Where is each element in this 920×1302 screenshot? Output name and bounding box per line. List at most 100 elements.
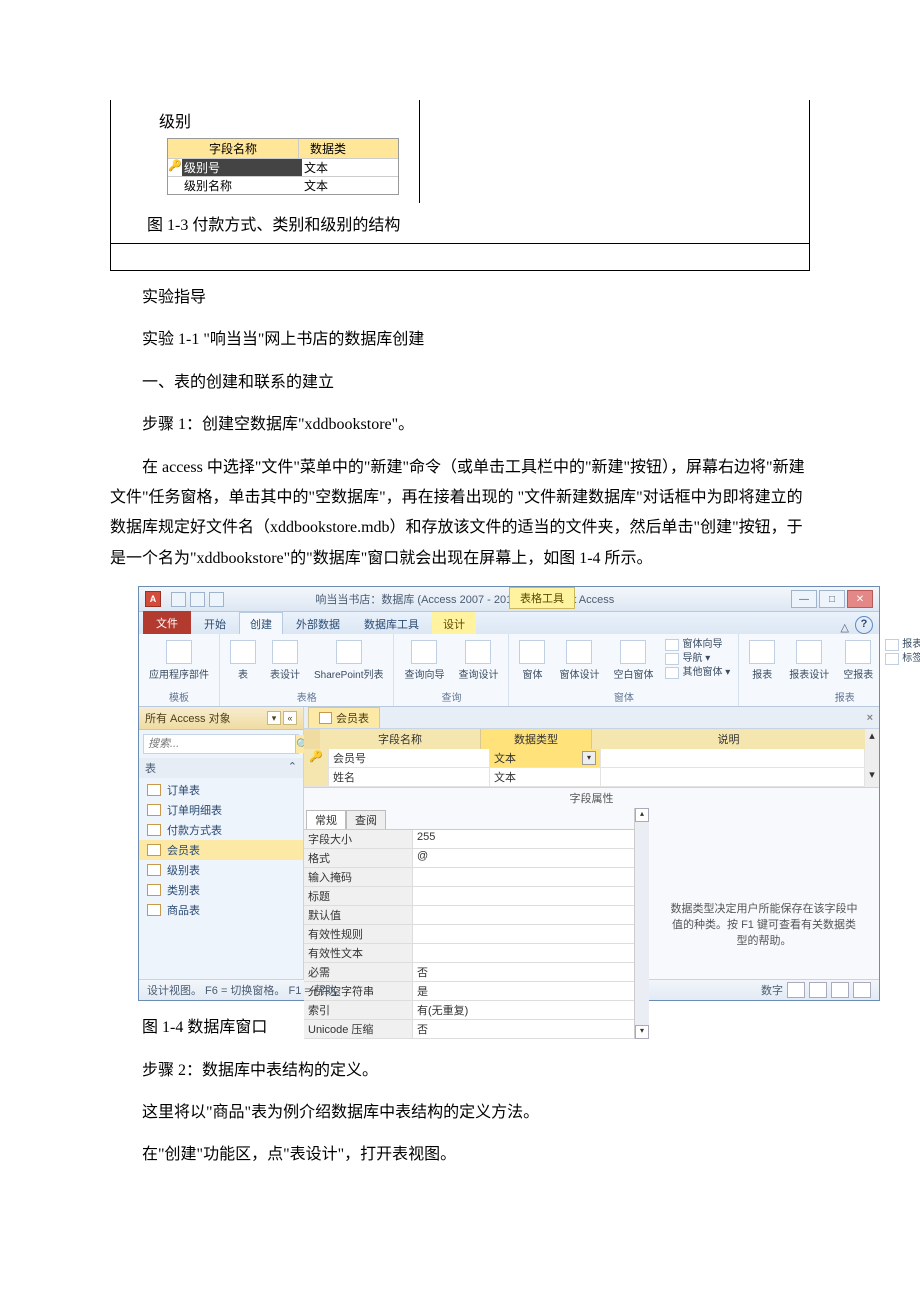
cmd-other-forms[interactable]: 其他窗体 ▾ bbox=[665, 666, 730, 680]
property-value[interactable]: 否 bbox=[413, 1020, 634, 1039]
property-row[interactable]: 标题 bbox=[304, 887, 634, 906]
cmd-navigation[interactable]: 导航 ▾ bbox=[665, 652, 730, 666]
scroll-down-icon[interactable]: ▾ bbox=[865, 768, 879, 787]
property-row[interactable]: 索引有(无重复) bbox=[304, 1001, 634, 1020]
nav-collapse-icon[interactable]: « bbox=[283, 711, 297, 725]
minimize-button[interactable]: — bbox=[791, 590, 817, 608]
property-row[interactable]: Unicode 压缩否 bbox=[304, 1020, 634, 1039]
help-button[interactable]: ? bbox=[855, 616, 873, 634]
props-scrollbar[interactable]: ▴ ▾ bbox=[634, 808, 649, 1039]
col-header-fieldname[interactable]: 字段名称 bbox=[320, 729, 481, 749]
data-type-cell[interactable]: 文本 bbox=[490, 768, 601, 787]
tab-file[interactable]: 文件 bbox=[143, 611, 191, 634]
property-value[interactable]: @ bbox=[413, 849, 634, 868]
field-name-cell[interactable]: 姓名 bbox=[329, 768, 490, 787]
maximize-button[interactable]: □ bbox=[819, 590, 845, 608]
property-value[interactable] bbox=[413, 906, 634, 925]
property-row[interactable]: 有效性文本 bbox=[304, 944, 634, 963]
ribbon-tabs: 文件 开始 创建 外部数据 数据库工具 设计 △ ? bbox=[139, 612, 879, 634]
property-row[interactable]: 格式@ bbox=[304, 849, 634, 868]
nav-item-orders[interactable]: 订单表 bbox=[139, 780, 303, 800]
property-value[interactable]: 有(无重复) bbox=[413, 1001, 634, 1020]
field-name-cell[interactable]: 会员号 bbox=[329, 749, 490, 768]
cmd-report[interactable]: 报表 bbox=[747, 638, 777, 683]
data-type-cell[interactable]: 文本▾ bbox=[490, 749, 601, 768]
nav-header-title[interactable]: 所有 Access 对象 bbox=[145, 710, 231, 726]
cmd-report-wizard[interactable]: 报表向导 bbox=[885, 638, 920, 652]
scroll-up-icon[interactable]: ▴ bbox=[865, 729, 879, 749]
view-pivottable-icon[interactable] bbox=[831, 982, 849, 998]
cmd-form-design[interactable]: 窗体设计 bbox=[557, 638, 601, 683]
nav-dropdown-icon[interactable]: ▾ bbox=[267, 711, 281, 725]
nav-section-collapse-icon[interactable]: ⌃ bbox=[288, 760, 297, 776]
figure-caption-1-3: 图 1-3 付款方式、类别和级别的结构 bbox=[111, 203, 809, 244]
group-templates: 模板 bbox=[169, 689, 189, 704]
col-header-description[interactable]: 说明 bbox=[592, 729, 865, 749]
tab-db-tools[interactable]: 数据库工具 bbox=[353, 612, 430, 634]
nav-item-order-details[interactable]: 订单明细表 bbox=[139, 800, 303, 820]
subtab-lookup[interactable]: 查阅 bbox=[346, 810, 386, 829]
property-row[interactable]: 必需否 bbox=[304, 963, 634, 982]
property-value[interactable] bbox=[413, 944, 634, 963]
description-cell[interactable] bbox=[601, 749, 865, 768]
property-value[interactable]: 255 bbox=[413, 830, 634, 849]
view-design-icon[interactable] bbox=[809, 982, 827, 998]
property-row[interactable]: 输入掩码 bbox=[304, 868, 634, 887]
property-name: 格式 bbox=[304, 849, 413, 868]
property-row[interactable]: 允许空字符串是 bbox=[304, 982, 634, 1001]
close-button[interactable]: ✕ bbox=[847, 590, 873, 608]
property-value[interactable] bbox=[413, 887, 634, 906]
table-row[interactable]: 姓名 文本 ▾ bbox=[304, 768, 879, 787]
cmd-form[interactable]: 窗体 bbox=[517, 638, 547, 683]
cmd-query-wizard[interactable]: 查询向导 bbox=[402, 638, 446, 683]
document-tab-members[interactable]: 会员表 bbox=[308, 707, 380, 728]
property-row[interactable]: 默认值 bbox=[304, 906, 634, 925]
qat-redo-icon[interactable] bbox=[209, 592, 224, 607]
cmd-table[interactable]: 表 bbox=[228, 638, 258, 683]
nav-item-payment-method[interactable]: 付款方式表 bbox=[139, 820, 303, 840]
view-datasheet-icon[interactable] bbox=[787, 982, 805, 998]
nav-item-products[interactable]: 商品表 bbox=[139, 900, 303, 920]
subtab-general[interactable]: 常规 bbox=[306, 810, 346, 829]
description-cell[interactable] bbox=[601, 768, 865, 787]
nav-item-levels[interactable]: 级别表 bbox=[139, 860, 303, 880]
property-value[interactable] bbox=[413, 868, 634, 887]
qat-undo-icon[interactable] bbox=[190, 592, 205, 607]
scroll-down-icon[interactable]: ▾ bbox=[635, 1025, 649, 1039]
cmd-report-design[interactable]: 报表设计 bbox=[787, 638, 831, 683]
nav-search-box[interactable]: 🔍 bbox=[143, 734, 299, 754]
search-input[interactable] bbox=[144, 736, 295, 752]
cmd-labels[interactable]: 标签 bbox=[885, 652, 920, 666]
property-row[interactable]: 有效性规则 bbox=[304, 925, 634, 944]
tab-design[interactable]: 设计 bbox=[432, 612, 476, 634]
view-pivotchart-icon[interactable] bbox=[853, 982, 871, 998]
tab-create[interactable]: 创建 bbox=[239, 612, 283, 634]
primary-key-icon: 🔑 bbox=[168, 159, 182, 176]
nav-item-members[interactable]: 会员表 bbox=[139, 840, 303, 860]
cmd-table-design[interactable]: 表设计 bbox=[268, 638, 302, 683]
cmd-app-parts[interactable]: 应用程序部件 bbox=[147, 638, 211, 683]
cmd-sharepoint[interactable]: SharePoint列表 bbox=[312, 638, 385, 683]
scroll-up-icon[interactable]: ▴ bbox=[635, 808, 649, 822]
close-document-icon[interactable]: × bbox=[867, 712, 873, 724]
property-row[interactable]: 字段大小255 bbox=[304, 830, 634, 849]
col-header-datatype[interactable]: 数据类型 bbox=[481, 729, 592, 749]
ribbon-minimize-icon[interactable]: △ bbox=[841, 621, 849, 634]
cmd-blank-form[interactable]: 空白窗体 bbox=[611, 638, 655, 683]
cmd-form-wizard[interactable]: 窗体向导 bbox=[665, 638, 730, 652]
other-forms-icon bbox=[665, 667, 679, 679]
property-value[interactable]: 是 bbox=[413, 982, 634, 1001]
primary-key-icon: 🔑 bbox=[304, 749, 329, 768]
property-value[interactable] bbox=[413, 925, 634, 944]
table-row[interactable]: 🔑 会员号 文本▾ bbox=[304, 749, 879, 768]
tab-external-data[interactable]: 外部数据 bbox=[285, 612, 351, 634]
dropdown-icon[interactable]: ▾ bbox=[582, 751, 596, 765]
tab-home[interactable]: 开始 bbox=[193, 612, 237, 634]
structure-heading: 级别 bbox=[159, 114, 191, 131]
property-value[interactable]: 否 bbox=[413, 963, 634, 982]
cmd-blank-report[interactable]: 空报表 bbox=[841, 638, 875, 683]
cmd-query-design[interactable]: 查询设计 bbox=[456, 638, 500, 683]
nav-section-tables[interactable]: 表 bbox=[145, 760, 156, 776]
qat-save-icon[interactable] bbox=[171, 592, 186, 607]
nav-item-categories[interactable]: 类别表 bbox=[139, 880, 303, 900]
